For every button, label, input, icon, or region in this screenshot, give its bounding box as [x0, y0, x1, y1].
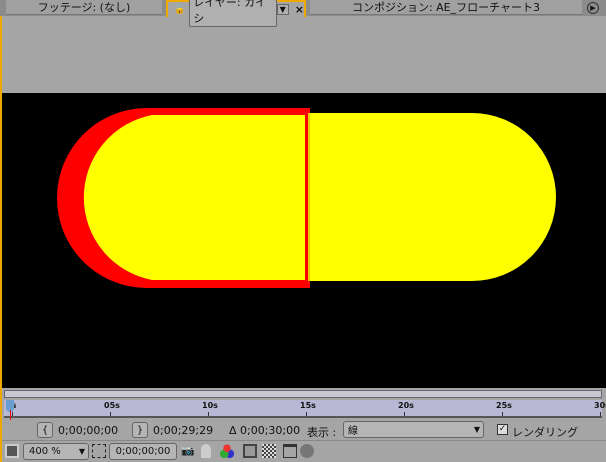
- timecode-button[interactable]: 0;00;00;00: [109, 443, 177, 460]
- view-select[interactable]: 線 ▼: [343, 421, 484, 438]
- render-checkbox[interactable]: ✓: [497, 424, 508, 435]
- capsule-left-fill: [83, 115, 306, 280]
- ruler-tick: [404, 412, 405, 416]
- ruler-tick: [600, 412, 601, 416]
- layer-select[interactable]: レイヤー: カイシ: [189, 0, 277, 27]
- ruler-tick: [306, 412, 307, 416]
- set-in-point-button[interactable]: {: [37, 422, 53, 438]
- set-out-point-button[interactable]: }: [132, 422, 148, 438]
- playhead-line: [10, 410, 11, 420]
- viewer: [2, 93, 606, 388]
- zoom-select[interactable]: 400 % ▼: [23, 443, 89, 460]
- ruler-tick: [12, 412, 13, 416]
- transparency-grid-icon[interactable]: [262, 444, 276, 458]
- ruler-label: 05s: [104, 401, 120, 410]
- dropdown-arrow-icon: ▼: [473, 425, 480, 434]
- timecode-value: 0;00;00;00: [115, 446, 171, 457]
- out-point-time: 0;00;29;29: [153, 424, 214, 437]
- view-label: 表示 :: [307, 426, 337, 439]
- panel-menu-icon[interactable]: ▶: [587, 2, 599, 14]
- time-ruler[interactable]: 0s05s10s15s20s25s30s: [4, 400, 606, 418]
- view-value: 線: [348, 426, 358, 437]
- dropdown-arrow-icon: ▼: [78, 447, 85, 456]
- ruler-label: 20s: [398, 401, 414, 410]
- divider: [2, 440, 606, 441]
- ruler-tick: [502, 412, 503, 416]
- timeline[interactable]: 0s05s10s15s20s25s30s: [2, 388, 606, 420]
- mask-icon[interactable]: [283, 444, 297, 458]
- tab-composition[interactable]: コンポジション: AE_フローチャート3: [310, 0, 582, 15]
- ruler-label: 25s: [496, 401, 512, 410]
- camera-icon[interactable]: 📷: [181, 444, 195, 458]
- tab-bar: フッテージ: (なし) 🔓 レイヤー: カイシ ▼ × コンポジション: AE_…: [0, 0, 606, 27]
- render-label: レンダリング: [512, 426, 578, 439]
- lock-icon[interactable]: 🔓: [174, 5, 185, 15]
- tab-layer[interactable]: 🔓 レイヤー: カイシ ▼ ×: [166, 0, 306, 27]
- layer-icon[interactable]: [300, 444, 314, 458]
- work-area-bar[interactable]: [4, 390, 602, 398]
- in-point-time: 0;00;00;00: [58, 424, 119, 437]
- close-icon[interactable]: ×: [295, 3, 304, 16]
- tab-label: コンポジション: AE_フローチャート3: [351, 1, 541, 14]
- ruler-label: 10s: [202, 401, 218, 410]
- safe-area-icon[interactable]: [92, 444, 106, 458]
- dropdown-arrow-icon[interactable]: ▼: [276, 4, 289, 15]
- ruler-label: 30s: [594, 401, 606, 410]
- ruler-tick: [208, 412, 209, 416]
- capsule-right: [308, 113, 556, 281]
- channel-icon[interactable]: [220, 444, 234, 458]
- capsule-layer: [57, 108, 556, 288]
- tab-footage[interactable]: フッテージ: (なし): [6, 0, 162, 15]
- person-icon[interactable]: [201, 444, 211, 458]
- zoom-value: 400 %: [29, 446, 61, 457]
- ruler-tick: [110, 412, 111, 416]
- tab-label: フッテージ: (なし): [37, 1, 131, 14]
- monitor-icon[interactable]: [5, 444, 19, 458]
- ruler-label: 15s: [300, 401, 316, 410]
- duration: Δ 0;00;30;00: [229, 424, 301, 437]
- region-icon[interactable]: [243, 444, 257, 458]
